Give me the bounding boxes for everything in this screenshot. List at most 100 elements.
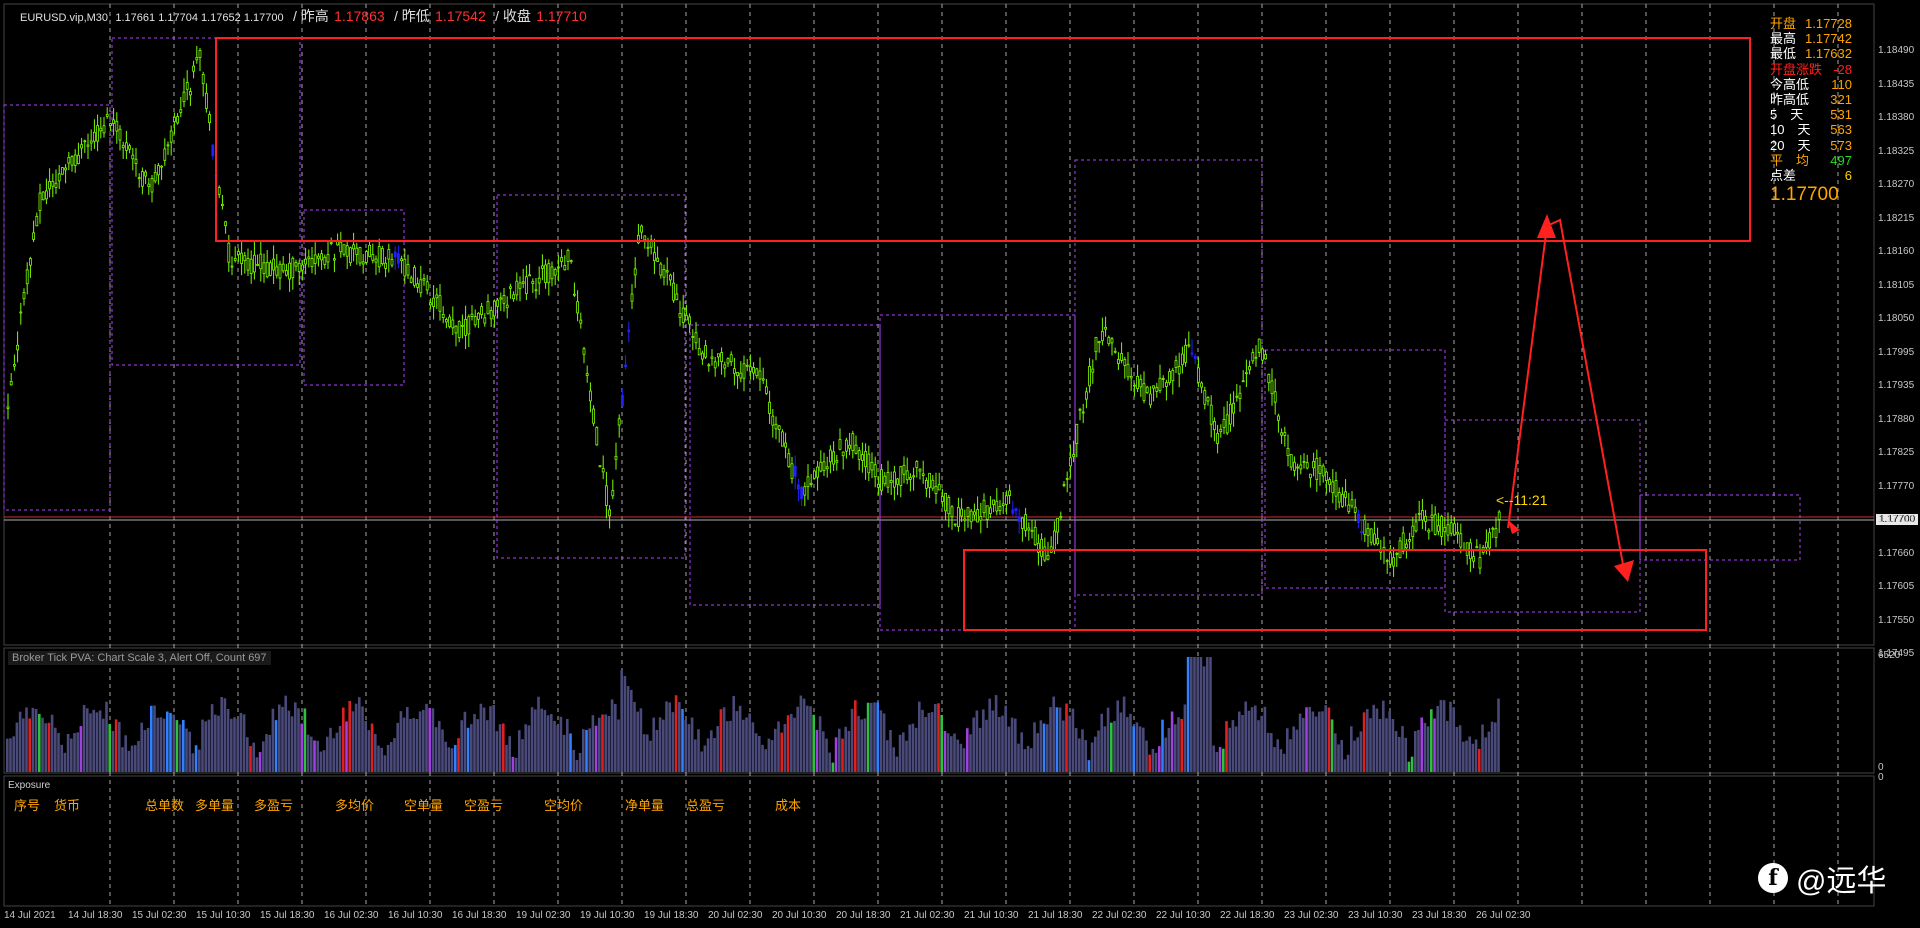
- candle-body: [1286, 448, 1290, 457]
- candle-body: [109, 123, 112, 126]
- volume-bar: [422, 709, 425, 772]
- annotations: [215, 37, 1751, 631]
- volume-bar: [607, 716, 611, 772]
- volume-bar: [265, 734, 268, 772]
- volume-bar: [994, 695, 998, 772]
- candle-body: [1401, 532, 1405, 552]
- price-chart[interactable]: [0, 0, 1920, 928]
- candle-body: [73, 154, 77, 166]
- volume-bar: [1151, 748, 1155, 772]
- candle-body: [83, 140, 87, 143]
- volume-bar: [1343, 759, 1347, 772]
- candle-body: [963, 518, 967, 521]
- candle-body: [704, 345, 707, 358]
- candle-body: [848, 444, 851, 449]
- volume-bar: [118, 722, 121, 772]
- volume-bar: [681, 709, 684, 772]
- volume-bar: [950, 736, 953, 772]
- candle-body: [534, 289, 538, 292]
- symbol-label: EURUSD.vip,M30: [20, 12, 109, 24]
- candle-body: [838, 439, 842, 450]
- volume-bar: [1372, 704, 1375, 772]
- candle-body: [464, 318, 468, 336]
- candle-body: [396, 253, 400, 264]
- volume-bar: [1471, 743, 1475, 772]
- candle-body: [537, 277, 541, 284]
- indicator-header: Broker Tick PVA: Chart Scale 3, Alert Of…: [8, 651, 271, 665]
- volume-bar: [1474, 739, 1478, 772]
- volume-bar: [1337, 744, 1340, 772]
- volume-bar: [438, 721, 441, 772]
- time-tick: 16 Jul 18:30: [452, 910, 507, 921]
- stats-row: 平 均 497: [1770, 153, 1852, 168]
- candle-body: [444, 319, 448, 323]
- volume-bar: [1455, 726, 1459, 772]
- candle-body: [1494, 528, 1498, 538]
- candle-body: [1334, 480, 1338, 497]
- volume-bar: [137, 740, 140, 772]
- volume-bar: [1033, 722, 1036, 772]
- candle-body: [297, 262, 301, 272]
- candle-body: [332, 258, 336, 261]
- volume-bar: [562, 734, 566, 772]
- price-tick: 1.18435: [1878, 78, 1915, 90]
- volume-bar: [76, 732, 79, 772]
- volume-bar: [1170, 711, 1174, 772]
- volume-bar: [44, 723, 47, 772]
- candle-body: [1254, 356, 1258, 359]
- candle-body: [950, 506, 954, 518]
- candle-body: [140, 171, 144, 187]
- candle-body: [998, 505, 1002, 512]
- candle-body: [1357, 513, 1360, 523]
- volume-bar: [1302, 717, 1305, 772]
- candle-body: [989, 507, 992, 515]
- volume-bar: [162, 718, 166, 772]
- volume-bar: [95, 712, 99, 772]
- stats-label: 最高: [1770, 31, 1797, 47]
- volume-bar: [194, 745, 198, 772]
- candle-body: [560, 257, 563, 262]
- volume-bar: [1135, 722, 1139, 772]
- close-value: 1.17710: [536, 8, 587, 24]
- volume-bar: [1113, 720, 1116, 772]
- candle-body: [54, 182, 58, 188]
- volume-bar: [655, 729, 659, 772]
- volume-bar: [361, 706, 364, 772]
- volume-bar: [1289, 739, 1292, 772]
- volume-bar: [1231, 720, 1235, 772]
- volume-bar: [847, 730, 851, 772]
- candle-body: [499, 297, 503, 300]
- candle-body: [99, 127, 103, 132]
- candle-body: [525, 276, 528, 294]
- candle-body: [473, 316, 477, 326]
- volume-bar: [1244, 701, 1247, 772]
- candle-body: [1296, 466, 1299, 469]
- candle-body: [240, 252, 244, 264]
- candle-body: [937, 484, 941, 491]
- candle-body: [710, 356, 714, 359]
- price-tick: 1.17550: [1878, 614, 1915, 626]
- candle-body: [233, 257, 237, 261]
- candle-body: [1110, 338, 1114, 344]
- volume-bar: [406, 706, 409, 772]
- volume-bar: [1369, 718, 1372, 772]
- volume-bar: [1119, 712, 1123, 772]
- candle-body: [1337, 492, 1341, 503]
- volume-bar: [57, 732, 60, 772]
- candle-body: [973, 511, 976, 516]
- candlesticks: [6, 45, 1501, 577]
- volume-bar: [444, 741, 447, 772]
- candle-body: [1184, 344, 1187, 363]
- candle-body: [1056, 518, 1059, 533]
- candle-body: [451, 319, 455, 329]
- volume-bar: [1218, 747, 1222, 772]
- candle-body: [531, 281, 535, 284]
- candle-body: [825, 466, 829, 470]
- volume-bar: [1266, 732, 1270, 772]
- candle-body: [633, 268, 637, 276]
- candle-body: [172, 116, 176, 123]
- candle-body: [1142, 383, 1146, 401]
- volume-bar: [1071, 708, 1075, 772]
- candle-body: [1059, 516, 1063, 519]
- candle-body: [886, 472, 890, 488]
